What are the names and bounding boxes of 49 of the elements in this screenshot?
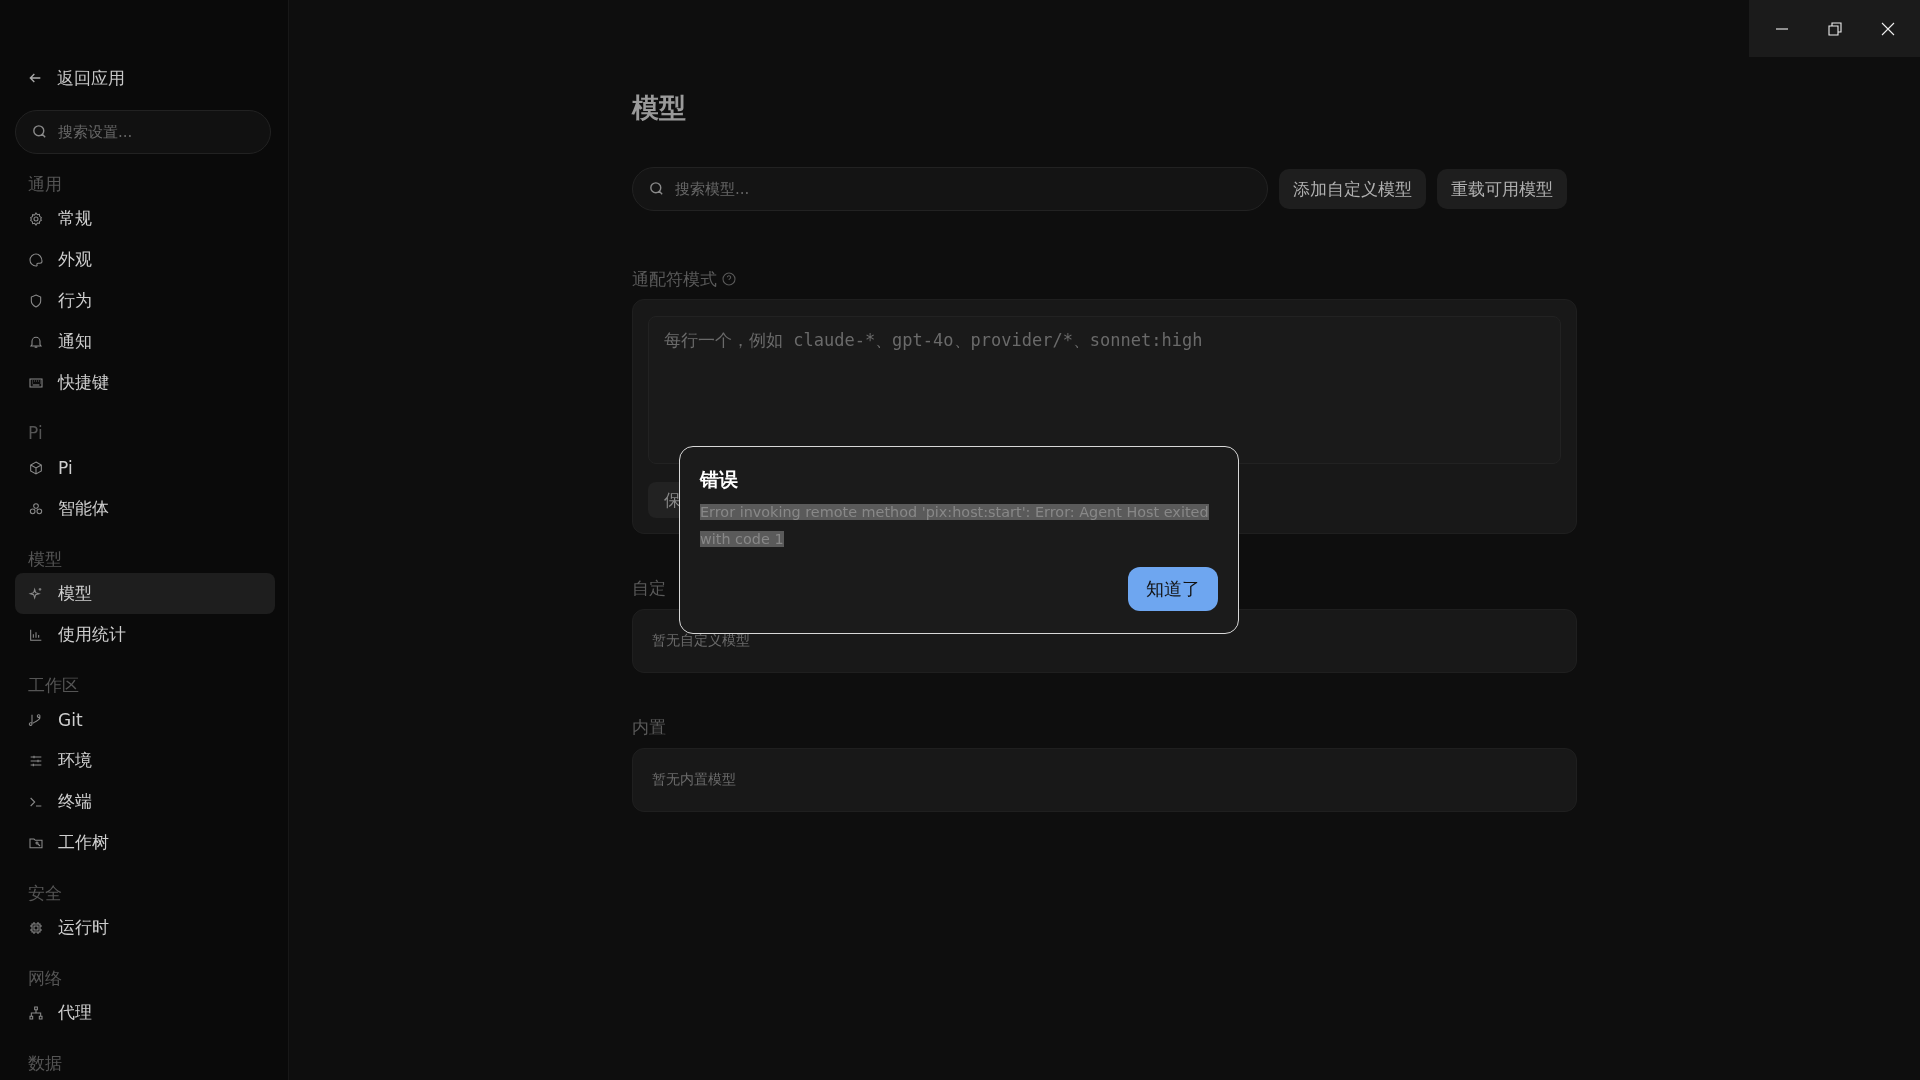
close-icon[interactable] bbox=[1880, 21, 1895, 36]
group-label: 模型 bbox=[27, 548, 63, 571]
page-title: 模型 bbox=[632, 91, 687, 125]
empty-text: 暂无自定义模型 bbox=[652, 632, 750, 650]
shield-icon bbox=[28, 292, 44, 309]
search-icon bbox=[648, 180, 665, 197]
cube-icon bbox=[28, 459, 44, 476]
section-label: 通配符模式 bbox=[632, 267, 717, 291]
sidebar-item[interactable]: 代理 bbox=[15, 992, 275, 1033]
back-link[interactable]: 返回应用 bbox=[15, 58, 274, 98]
help-icon[interactable] bbox=[721, 271, 737, 287]
search-field[interactable]: 搜索设置... bbox=[15, 110, 271, 154]
sidebar-item[interactable]: 工作树 bbox=[15, 822, 275, 863]
sidebar-item[interactable]: Pi bbox=[15, 447, 275, 488]
group-label: 数据 bbox=[27, 1052, 63, 1075]
ok-button[interactable]: 知道了 bbox=[1128, 567, 1218, 611]
gear-icon bbox=[28, 210, 44, 227]
sidebar-item[interactable]: 运行时 bbox=[15, 907, 275, 948]
group-label: 安全 bbox=[27, 882, 63, 905]
restore-icon[interactable] bbox=[1827, 21, 1842, 36]
sidebar-item[interactable]: Git bbox=[15, 699, 275, 740]
toolbar-button[interactable]: 添加自定义模型 bbox=[1279, 169, 1426, 209]
sparkle-icon bbox=[28, 585, 44, 602]
sidebar-item[interactable]: 智能体 bbox=[15, 488, 275, 529]
search-field[interactable]: 搜索模型... bbox=[632, 167, 1268, 211]
sidebar-item[interactable]: 行为 bbox=[15, 280, 275, 321]
sidebar-item[interactable]: 外观 bbox=[15, 239, 275, 280]
sidebar-item[interactable]: 常规 bbox=[15, 198, 275, 239]
chip-icon bbox=[28, 919, 44, 936]
search-icon bbox=[31, 123, 48, 140]
sidebar-item[interactable]: 环境 bbox=[15, 740, 275, 781]
branch-icon bbox=[28, 711, 44, 728]
sidebar-item[interactable]: 终端 bbox=[15, 781, 275, 822]
group-label: 工作区 bbox=[27, 674, 80, 697]
group-label: 网络 bbox=[27, 967, 63, 990]
sidebar-item[interactable]: 使用统计 bbox=[15, 614, 275, 655]
empty-text: 暂无内置模型 bbox=[652, 771, 736, 789]
section-label: 自定 bbox=[632, 578, 666, 598]
toolbar-button[interactable]: 重载可用模型 bbox=[1437, 169, 1567, 209]
group-label: Pi bbox=[27, 422, 44, 445]
pattern-textarea[interactable]: 每行一个，例如 claude-*、gpt-4o、provider/*、sonnet:high bbox=[648, 316, 1561, 464]
sidebar-item[interactable]: 快捷键 bbox=[15, 362, 275, 403]
dialog-title: 错误 bbox=[700, 467, 739, 492]
network-icon bbox=[28, 1004, 44, 1021]
sidebar-item[interactable]: 模型 bbox=[15, 573, 275, 614]
circles-icon bbox=[28, 500, 44, 517]
group-label: 通用 bbox=[27, 173, 63, 196]
section-label: 内置 bbox=[632, 717, 666, 737]
sidebar-item[interactable]: 通知 bbox=[15, 321, 275, 362]
